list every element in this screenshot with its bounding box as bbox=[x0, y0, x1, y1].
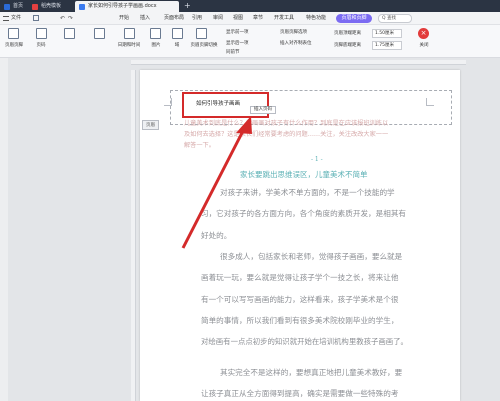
arrow-head bbox=[236, 116, 252, 134]
arrow-shaft bbox=[181, 128, 246, 249]
annotation-arrow bbox=[181, 116, 252, 249]
